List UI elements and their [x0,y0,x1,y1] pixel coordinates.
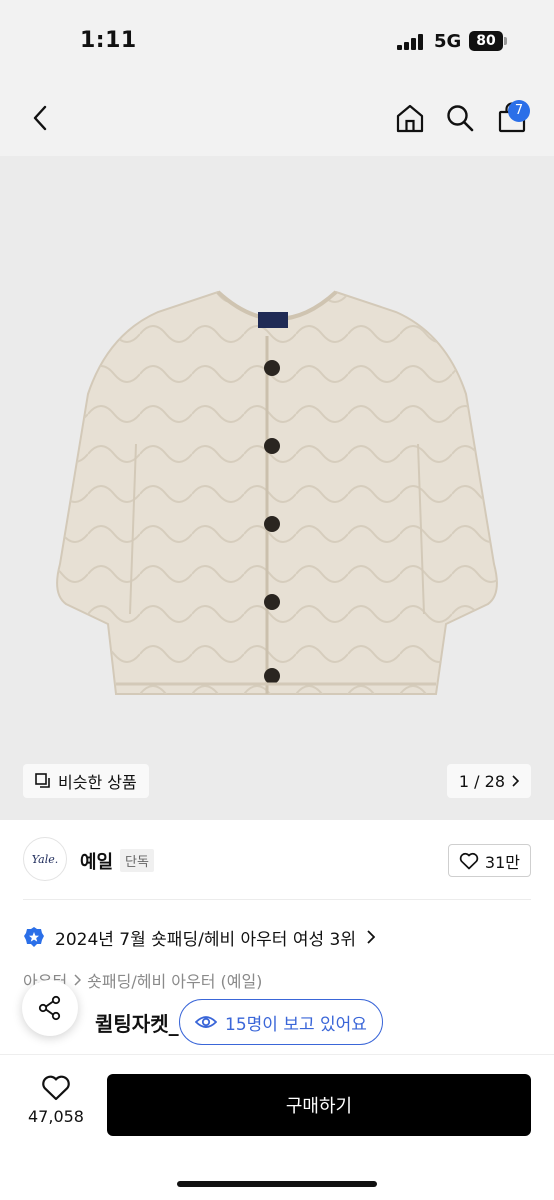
battery-level: 80 [469,31,503,51]
viewers-pill[interactable]: 15명이 보고 있어요 [179,999,383,1045]
similar-products-label: 비슷한 상품 [58,773,137,792]
brand-logo[interactable]: Yale. [23,837,67,881]
search-button[interactable] [440,98,480,138]
chevron-right-icon [512,775,519,787]
cart-count-badge: 7 [508,100,530,122]
product-jacket-image [56,290,498,695]
image-counter: 1 / 28 [458,771,505,791]
search-icon [447,105,474,132]
brand-row: Yale. 예일 단독 31만 [0,820,554,900]
wishlist-button[interactable]: 47,058 [24,1075,88,1135]
viewers-text: 15명이 보고 있어요 [225,1014,367,1035]
breadcrumb-subcategory[interactable]: 숏패딩/헤비 아우터 (예일) [87,968,262,992]
product-image-carousel[interactable]: 비슷한 상품 1 / 28 [0,156,554,820]
network-label: 5G [434,31,462,52]
bottom-action-bar: 47,058 구매하기 [0,1054,554,1200]
chevron-right-icon [367,930,375,944]
home-icon [396,104,424,133]
battery-icon: 80 [469,31,507,51]
similar-products-button[interactable]: 비슷한 상품 [23,764,149,798]
brand-name[interactable]: 예일 [80,848,113,874]
buy-button[interactable]: 구매하기 [107,1074,531,1136]
eye-icon [195,1016,217,1028]
nav-header [0,84,554,156]
share-icon [38,995,61,1021]
copy-icon [35,773,50,788]
share-button[interactable] [22,980,78,1036]
status-time: 1:11 [80,28,137,53]
ranking-link[interactable]: 2024년 7월 숏패딩/헤비 아우터 여성 3위 [23,922,375,952]
exclusive-badge: 단독 [120,849,154,872]
home-button[interactable] [390,98,430,138]
brand-like-count: 31만 [484,852,520,872]
heart-icon [459,852,479,869]
ranking-badge-icon [24,927,44,947]
image-counter-button[interactable]: 1 / 28 [446,764,531,798]
home-indicator [177,1181,377,1187]
wishlist-count: 47,058 [28,1107,84,1126]
status-bar: 1:11 5G 80 [0,0,554,84]
chevron-right-icon [74,974,82,986]
divider [23,899,531,900]
chevron-left-icon [33,105,47,131]
heart-icon [42,1075,70,1101]
signal-icon [397,34,425,50]
ranking-text: 2024년 7월 숏패딩/헤비 아우터 여성 3위 [55,929,356,950]
back-button[interactable] [20,98,60,138]
brand-like-button[interactable]: 31만 [447,844,531,877]
